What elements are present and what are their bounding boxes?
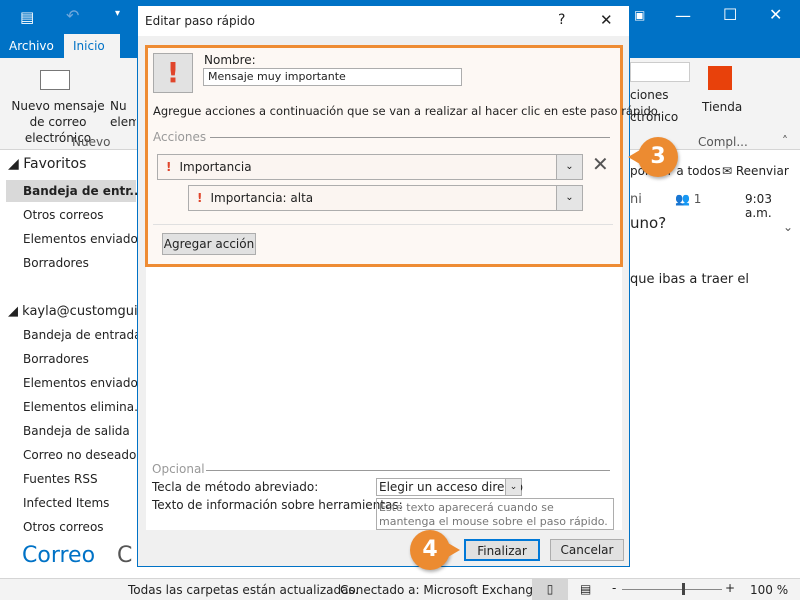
highlight-box-actions: ! Nombre: Mensaje muy importante Agregue… [145, 45, 661, 267]
folder-pane: ◢ Favoritos Bandeja de entr... 2 Otros c… [0, 150, 156, 580]
folder-drafts-fav[interactable]: Borradores [23, 256, 89, 270]
sync-status: Todas las carpetas están actualizadas. [128, 583, 359, 597]
zoom-level[interactable]: 100 % [750, 583, 788, 597]
quick-access-dropdown-icon[interactable]: ▾ [115, 8, 120, 19]
edit-quick-step-dialog: Editar paso rápido ? ✕ Opcional Tecla de… [137, 5, 661, 567]
folder-item[interactable]: Borradores [23, 352, 89, 366]
divider [210, 137, 610, 138]
chevron-down-icon: ⌄ [556, 186, 582, 210]
callout-pointer [448, 543, 460, 557]
folder-item[interactable]: Correo no deseado [23, 448, 136, 462]
zoom-slider-thumb[interactable] [682, 583, 685, 595]
forward-label: Reenviar [735, 164, 789, 178]
connection-status: Conectado a: Microsoft Exchange [340, 583, 541, 597]
folder-item[interactable]: Bandeja de entrada [23, 328, 141, 342]
callout-step-3: 3 [638, 137, 678, 177]
subject: uno? [630, 214, 667, 232]
zoom-out-button[interactable]: - [612, 581, 616, 595]
zoom-in-button[interactable]: + [725, 581, 735, 595]
name-label: Nombre: [204, 53, 256, 67]
reading-view-icon[interactable]: ▤ [580, 582, 591, 596]
store-icon [708, 66, 732, 90]
folder-inbox-fav[interactable]: Bandeja de entr... 2 [23, 184, 156, 198]
quick-step-icon[interactable]: ! [153, 53, 193, 93]
help-button[interactable]: ? [558, 12, 565, 28]
chevron-down-icon: ⌄ [556, 155, 582, 179]
received-time: 9:03 a.m. [745, 192, 772, 220]
close-icon[interactable]: ✕ [769, 5, 782, 24]
store-button[interactable]: Tienda [702, 100, 742, 114]
action-option-select[interactable]: ! Importancia: alta ⌄ [188, 185, 583, 211]
cancel-button[interactable]: Cancelar [550, 539, 624, 561]
people-button[interactable]: 👥 1 [675, 192, 701, 206]
ribbon-options[interactable]: ciones [630, 88, 669, 102]
dialog-close-icon[interactable]: ✕ [600, 11, 613, 29]
reading-pane: ponder a todos ✉ Reenviar ni 👥 1 9:03 a.… [630, 150, 800, 578]
account-header[interactable]: ◢ kayla@customgui [8, 304, 138, 319]
shortcut-label: Tecla de método abreviado: [152, 480, 319, 494]
sender: ni [630, 192, 642, 207]
exclamation-icon: ! [166, 56, 180, 89]
favorites-label: Favoritos [23, 156, 87, 172]
nav-mail[interactable]: Correo [22, 543, 95, 568]
group-label-compl: Compl... [698, 135, 748, 149]
tooltip-label: Texto de información sobre herramientas: [152, 498, 403, 512]
folder-sent-fav[interactable]: Elementos enviados [23, 232, 144, 246]
name-input[interactable]: Mensaje muy importante [203, 68, 462, 86]
importance-icon: ! [197, 191, 203, 205]
folder-item[interactable]: Fuentes RSS [23, 472, 98, 486]
folder-item[interactable]: Infected Items [23, 496, 109, 510]
folder-otros-fav[interactable]: Otros correos [23, 208, 104, 222]
shortcut-select[interactable]: Elegir un acceso directo ⌄ [376, 478, 523, 496]
divider [206, 470, 610, 471]
group-label-nuevo: Nuevo [72, 135, 111, 149]
status-bar: Todas las carpetas están actualizadas. C… [0, 578, 800, 600]
people-count: 1 [693, 192, 702, 206]
finish-button[interactable]: Finalizar [464, 539, 540, 561]
undo-icon[interactable]: ↶ [66, 6, 79, 25]
normal-view-icon[interactable]: ▯ [532, 579, 568, 600]
chevron-down-icon: ⌄ [505, 479, 521, 495]
ribbon-display-icon[interactable]: ▣ [634, 8, 645, 22]
remove-action-icon[interactable]: ✕ [592, 152, 609, 176]
divider [153, 224, 613, 225]
search-box[interactable] [630, 62, 690, 82]
action-select[interactable]: ! Importancia ⌄ [157, 154, 583, 180]
tab-inicio[interactable]: Inicio [64, 34, 120, 58]
tab-archivo[interactable]: Archivo [0, 34, 63, 58]
expand-icon[interactable]: ⌄ [783, 220, 793, 234]
optional-label: Opcional [152, 462, 205, 476]
tooltip-textarea[interactable]: Este texto aparecerá cuando se mantenga … [376, 498, 614, 530]
app-icon: ▤ [20, 8, 35, 26]
nav-calendar[interactable]: C [117, 543, 132, 568]
new-email-icon [40, 70, 70, 90]
importance-icon: ! [166, 160, 172, 174]
collapse-ribbon-icon[interactable]: ˄ [782, 134, 788, 148]
dialog-title-bar: Editar paso rápido ? ✕ [138, 6, 629, 36]
zoom-slider[interactable] [622, 589, 722, 590]
minimize-icon[interactable]: — [675, 6, 691, 25]
folder-item[interactable]: Elementos elimina... [23, 400, 146, 414]
actions-label: Acciones [153, 130, 207, 144]
callout-step-4: 4 [410, 530, 450, 570]
message-body: que ibas a traer el [630, 272, 749, 287]
folder-item[interactable]: Otros correos [23, 520, 104, 534]
folder-item[interactable]: Elementos enviados [23, 376, 144, 390]
callout-pointer [628, 150, 640, 164]
folder-item[interactable]: Bandeja de salida [23, 424, 130, 438]
add-action-button[interactable]: Agregar acción [162, 233, 256, 255]
maximize-icon[interactable]: ☐ [723, 5, 737, 24]
favorites-header[interactable]: ◢ Favoritos [8, 156, 86, 172]
forward-button[interactable]: ✉ Reenviar [722, 164, 789, 178]
dialog-title: Editar paso rápido [145, 14, 255, 28]
instructions: Agregue acciones a continuación que se v… [153, 104, 662, 118]
new-item-button[interactable]: Nu elem [110, 98, 136, 130]
